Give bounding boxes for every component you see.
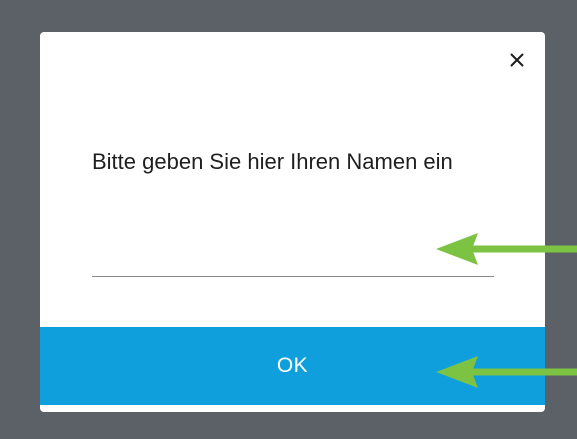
dialog-prompt: Bitte geben Sie hier Ihren Namen ein xyxy=(92,149,453,174)
close-button[interactable] xyxy=(503,46,531,74)
green-arrow-icon xyxy=(436,233,577,265)
green-arrow-icon xyxy=(436,356,577,388)
close-icon xyxy=(510,53,524,67)
